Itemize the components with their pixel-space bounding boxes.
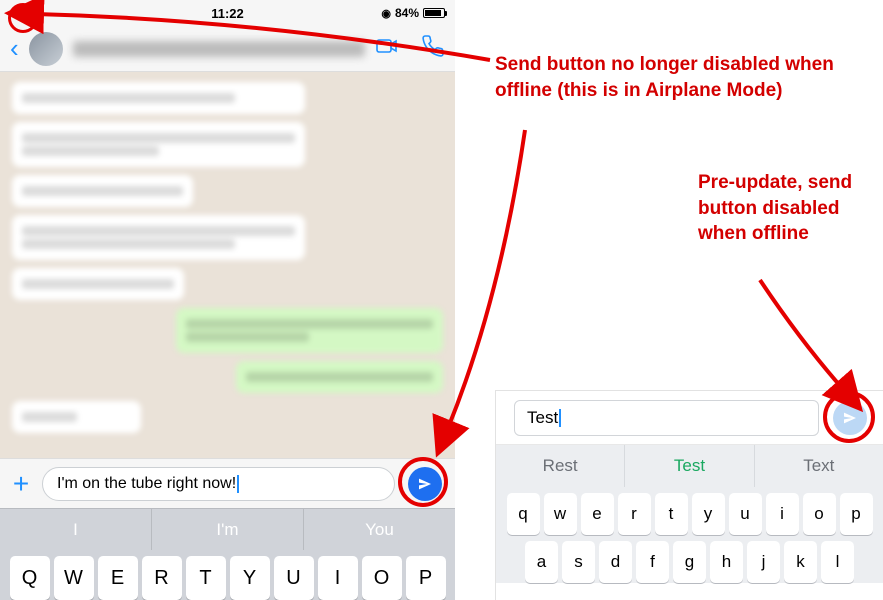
message-bubble-incoming — [12, 401, 141, 433]
message-bubble-incoming — [12, 82, 305, 114]
video-call-button[interactable] — [375, 34, 399, 63]
keyboard-key[interactable]: r — [618, 493, 651, 535]
keyboard-key[interactable]: R — [142, 556, 182, 600]
keyboard-key[interactable]: Q — [10, 556, 50, 600]
keyboard-key[interactable]: d — [599, 541, 632, 583]
attach-button[interactable]: + — [8, 468, 34, 500]
status-right: ◉ 84% — [381, 6, 445, 20]
keyboard-key[interactable]: P — [406, 556, 446, 600]
keyboard-key[interactable]: f — [636, 541, 669, 583]
keyboard-key[interactable]: g — [673, 541, 706, 583]
message-text: Test — [527, 408, 558, 428]
whatsapp-chat-screen: 11:22 ◉ 84% ‹ + I'm on th — [0, 0, 455, 600]
keyboard-key[interactable]: i — [766, 493, 799, 535]
suggestion-item[interactable]: I — [0, 509, 152, 550]
contact-name[interactable] — [73, 41, 365, 57]
preupdate-screenshot: Test Rest Test Text q w e r t y u i o p … — [495, 390, 883, 600]
message-bubble-outgoing — [176, 308, 443, 353]
keyboard-key[interactable]: l — [821, 541, 854, 583]
keyboard-key[interactable]: Y — [230, 556, 270, 600]
keyboard-key[interactable]: j — [747, 541, 780, 583]
message-bubble-incoming — [12, 122, 305, 167]
battery-icon — [423, 8, 445, 18]
status-left — [10, 5, 24, 22]
suggestion-item[interactable]: Rest — [496, 445, 625, 487]
back-button[interactable]: ‹ — [10, 33, 19, 64]
keyboard-key[interactable]: U — [274, 556, 314, 600]
send-highlight-circle — [823, 391, 875, 443]
keyboard-key[interactable]: u — [729, 493, 762, 535]
keyboard-key[interactable]: T — [186, 556, 226, 600]
airplane-highlight-circle — [8, 3, 38, 33]
keyboard-key[interactable]: q — [507, 493, 540, 535]
message-input-bar: Test — [496, 391, 883, 445]
keyboard-suggestions: Rest Test Text — [496, 445, 883, 487]
voice-call-button[interactable] — [421, 34, 445, 63]
annotation-text-1: Send button no longer disabled when offl… — [495, 52, 865, 103]
keyboard-key[interactable]: a — [525, 541, 558, 583]
keyboard-key[interactable]: p — [840, 493, 873, 535]
keyboard-key[interactable]: I — [318, 556, 358, 600]
keyboard-key[interactable]: W — [54, 556, 94, 600]
keyboard-key[interactable]: e — [581, 493, 614, 535]
suggestion-item[interactable]: You — [304, 509, 455, 550]
contact-avatar[interactable] — [29, 32, 63, 66]
keyboard-key[interactable]: E — [98, 556, 138, 600]
message-bubble-incoming — [12, 175, 193, 207]
chat-header: ‹ — [0, 26, 455, 72]
keyboard: q w e r t y u i o p a s d f g h j k l — [496, 487, 883, 583]
message-text: I'm on the tube right now! — [57, 475, 236, 493]
keyboard-key[interactable]: O — [362, 556, 402, 600]
status-time: 11:22 — [211, 6, 244, 21]
keyboard-key[interactable]: h — [710, 541, 743, 583]
keyboard-key[interactable]: w — [544, 493, 577, 535]
keyboard-key[interactable]: y — [692, 493, 725, 535]
keyboard-key[interactable]: k — [784, 541, 817, 583]
battery-percent: 84% — [395, 6, 419, 20]
keyboard-key[interactable]: o — [803, 493, 836, 535]
keyboard-key[interactable]: s — [562, 541, 595, 583]
suggestion-item[interactable]: Test — [625, 445, 754, 487]
suggestion-item[interactable]: Text — [755, 445, 883, 487]
message-bubble-outgoing — [236, 361, 443, 393]
status-bar: 11:22 ◉ 84% — [0, 0, 455, 26]
keyboard-row: Q W E R T Y U I O P — [0, 550, 455, 600]
chat-messages-area[interactable] — [0, 72, 455, 458]
suggestion-item[interactable]: I'm — [152, 509, 304, 550]
message-input[interactable]: Test — [514, 400, 819, 436]
message-input[interactable]: I'm on the tube right now! — [42, 467, 395, 501]
keyboard-suggestions: I I'm You — [0, 508, 455, 550]
message-bubble-incoming — [12, 215, 305, 260]
annotation-text-2: Pre-update, send button disabled when of… — [698, 170, 878, 247]
keyboard-key[interactable]: t — [655, 493, 688, 535]
message-input-bar: + I'm on the tube right now! — [0, 458, 455, 508]
message-bubble-incoming — [12, 268, 184, 300]
send-highlight-circle — [398, 457, 448, 507]
